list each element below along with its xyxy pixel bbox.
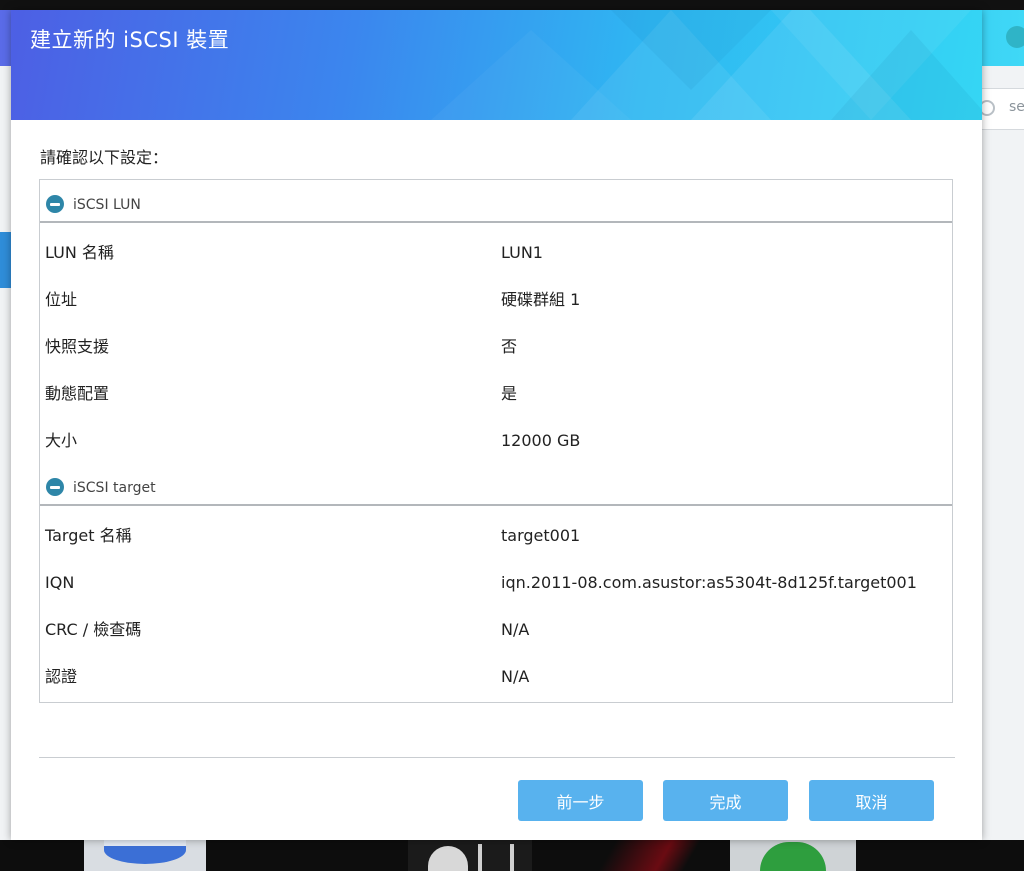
taskbar-dock xyxy=(0,840,1024,871)
section-title-lun: iSCSI LUN xyxy=(73,197,141,213)
app-dome-icon xyxy=(428,846,468,871)
dock-system-app[interactable] xyxy=(408,840,532,871)
settings-summary-panel: iSCSI LUN LUN 名稱 LUN1 位址 硬碟群組 1 快照支援 否 動… xyxy=(39,179,953,703)
collapse-icon[interactable] xyxy=(46,478,64,496)
footer-divider xyxy=(39,757,955,758)
summary-row-snapshot: 快照支援 否 xyxy=(40,323,952,370)
download-app-icon xyxy=(760,842,826,871)
section-header-target[interactable]: iSCSI target xyxy=(40,463,952,505)
row-value: 12000 GB xyxy=(501,431,581,450)
row-key: 快照支援 xyxy=(45,337,110,356)
background-search-placeholder: se xyxy=(1009,99,1024,115)
row-value: 硬碟群組 1 xyxy=(501,290,581,309)
summary-row-location: 位址 硬碟群組 1 xyxy=(40,276,952,323)
row-value: target001 xyxy=(501,526,581,545)
create-iscsi-dialog: 建立新的 iSCSI 裝置 請確認以下設定： iSCSI LUN LUN 名稱 … xyxy=(11,10,982,840)
row-key: LUN 名稱 xyxy=(45,243,114,262)
background-search-box[interactable]: se xyxy=(976,88,1024,130)
row-value: LUN1 xyxy=(501,243,543,262)
row-key: 位址 xyxy=(45,290,78,309)
confirm-instruction: 請確認以下設定： xyxy=(40,148,169,167)
cancel-button[interactable]: 取消 xyxy=(809,780,934,821)
section-header-lun[interactable]: iSCSI LUN xyxy=(40,180,952,222)
summary-row-crc: CRC / 檢查碼 N/A xyxy=(40,606,952,653)
dock-storage-app[interactable] xyxy=(84,840,206,871)
summary-row-size: 大小 12000 GB xyxy=(40,417,952,464)
finish-button[interactable]: 完成 xyxy=(663,780,788,821)
status-circle-icon[interactable] xyxy=(1006,26,1024,48)
dialog-header: 建立新的 iSCSI 裝置 xyxy=(11,10,982,120)
row-key: 大小 xyxy=(45,431,78,450)
app-bars-icon xyxy=(478,844,514,871)
section-divider xyxy=(40,221,952,223)
database-icon xyxy=(104,840,186,864)
summary-row-lun-name: LUN 名稱 LUN1 xyxy=(40,229,952,276)
collapse-icon[interactable] xyxy=(46,195,64,213)
row-value: 是 xyxy=(501,384,518,403)
dock-media-app[interactable] xyxy=(560,840,730,871)
top-strip xyxy=(0,0,1024,10)
row-key: IQN xyxy=(45,573,75,592)
row-value: N/A xyxy=(501,667,530,686)
row-key: CRC / 檢查碼 xyxy=(45,620,142,639)
row-value: 否 xyxy=(501,337,518,356)
row-value: N/A xyxy=(501,620,530,639)
row-key: 認證 xyxy=(45,667,78,686)
row-key: 動態配置 xyxy=(45,384,110,403)
section-divider xyxy=(40,504,952,506)
summary-row-iqn: IQN iqn.2011-08.com.asustor:as5304t-8d12… xyxy=(40,559,952,606)
row-value: iqn.2011-08.com.asustor:as5304t-8d125f.t… xyxy=(501,573,917,592)
summary-row-target-name: Target 名稱 target001 xyxy=(40,512,952,559)
section-title-target: iSCSI target xyxy=(73,480,156,496)
dock-download-app[interactable] xyxy=(730,840,856,871)
summary-row-authentication: 認證 N/A xyxy=(40,653,952,700)
previous-step-button[interactable]: 前一步 xyxy=(518,780,643,821)
row-key: Target 名稱 xyxy=(45,526,132,545)
summary-row-thin-provisioning: 動態配置 是 xyxy=(40,370,952,417)
dialog-title: 建立新的 iSCSI 裝置 xyxy=(30,28,230,52)
